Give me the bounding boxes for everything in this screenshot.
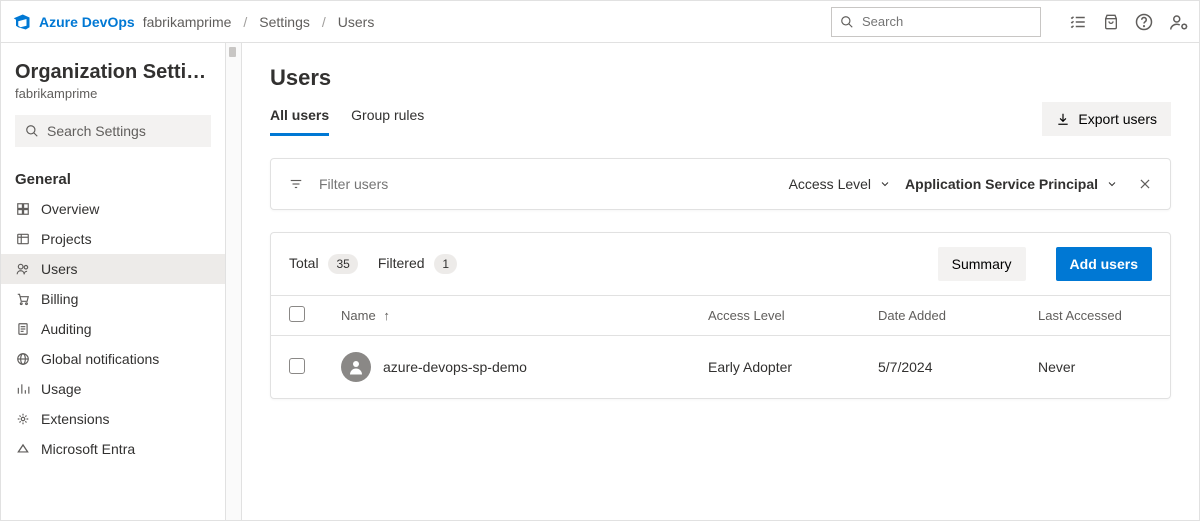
applied-filter-label: Application Service Principal xyxy=(905,176,1098,192)
avatar xyxy=(341,352,371,382)
filter-icon xyxy=(289,177,303,191)
notifications-icon xyxy=(15,352,31,366)
user-access-level: Early Adopter xyxy=(690,336,860,399)
sidebar-item-microsoft-entra[interactable]: Microsoft Entra xyxy=(1,434,225,464)
total-count-pill: 35 xyxy=(328,254,357,274)
sidebar-item-billing[interactable]: Billing xyxy=(1,284,225,314)
sidebar-title: Organization Settin… xyxy=(1,61,225,84)
top-bar: Azure DevOps fabrikamprime / Settings / … xyxy=(1,1,1199,43)
breadcrumb-org[interactable]: fabrikamprime xyxy=(143,14,232,30)
entra-icon xyxy=(15,442,31,456)
sidebar-item-label: Users xyxy=(41,261,78,277)
filtered-label: Filtered 1 xyxy=(378,254,457,274)
sidebar-item-label: Extensions xyxy=(41,411,109,427)
breadcrumb-settings[interactable]: Settings xyxy=(259,14,310,30)
top-icon-bar xyxy=(1069,13,1189,31)
sidebar-item-projects[interactable]: Projects xyxy=(1,224,225,254)
sidebar-item-global-notifications[interactable]: Global notifications xyxy=(1,344,225,374)
user-last-accessed: Never xyxy=(1020,336,1170,399)
tab-group-rules[interactable]: Group rules xyxy=(351,101,424,136)
azure-devops-logo-icon xyxy=(13,13,31,31)
add-users-button[interactable]: Add users xyxy=(1056,247,1152,281)
sidebar-item-label: Usage xyxy=(41,381,81,397)
search-icon xyxy=(840,15,854,29)
sidebar-item-users[interactable]: Users xyxy=(1,254,225,284)
billing-icon xyxy=(15,292,31,306)
user-date-added: 5/7/2024 xyxy=(860,336,1020,399)
breadcrumb-separator: / xyxy=(243,14,247,30)
user-name: azure-devops-sp-demo xyxy=(383,359,527,375)
export-users-button[interactable]: Export users xyxy=(1042,102,1171,136)
sidebar-item-label: Auditing xyxy=(41,321,92,337)
export-users-label: Export users xyxy=(1078,111,1157,127)
download-icon xyxy=(1056,112,1070,126)
overview-icon xyxy=(15,202,31,216)
select-all-checkbox[interactable] xyxy=(289,306,305,322)
row-checkbox[interactable] xyxy=(289,358,305,374)
extensions-icon xyxy=(15,412,31,426)
total-label: Total 35 xyxy=(289,254,358,274)
column-date-added[interactable]: Date Added xyxy=(860,296,1020,336)
users-icon xyxy=(15,262,31,276)
auditing-icon xyxy=(15,322,31,336)
tab-all-users[interactable]: All users xyxy=(270,101,329,136)
sidebar-item-label: Projects xyxy=(41,231,92,247)
chevron-down-icon xyxy=(879,178,891,190)
main-content: Users All users Group rules Export users… xyxy=(242,43,1199,520)
users-table-card: Total 35 Filtered 1 Summary Add users Na… xyxy=(270,232,1171,399)
sidebar: Organization Settin… fabrikamprime Searc… xyxy=(1,43,226,520)
sidebar-item-extensions[interactable]: Extensions xyxy=(1,404,225,434)
filtered-count-pill: 1 xyxy=(434,254,457,274)
applied-filter-dropdown[interactable]: Application Service Principal xyxy=(905,176,1118,192)
usage-icon xyxy=(15,382,31,396)
column-name[interactable]: Name ↑ xyxy=(323,296,690,336)
user-settings-icon[interactable] xyxy=(1169,13,1189,31)
sidebar-nav: Overview Projects Users Billing Auditing xyxy=(1,194,225,464)
column-last-accessed[interactable]: Last Accessed xyxy=(1020,296,1170,336)
clear-filter-icon[interactable] xyxy=(1138,177,1152,191)
access-level-dropdown[interactable]: Access Level xyxy=(789,176,891,192)
help-icon[interactable] xyxy=(1135,13,1153,31)
global-search[interactable] xyxy=(831,7,1041,37)
page-title: Users xyxy=(270,65,1171,91)
sidebar-item-usage[interactable]: Usage xyxy=(1,374,225,404)
sort-ascending-icon: ↑ xyxy=(383,308,390,323)
chevron-down-icon xyxy=(1106,178,1118,190)
sidebar-item-label: Billing xyxy=(41,291,78,307)
sidebar-subtitle: fabrikamprime xyxy=(1,84,225,115)
global-search-input[interactable] xyxy=(860,13,1040,30)
sidebar-item-overview[interactable]: Overview xyxy=(1,194,225,224)
sidebar-item-label: Global notifications xyxy=(41,351,159,367)
brand-link[interactable]: Azure DevOps xyxy=(39,14,135,30)
column-access-level[interactable]: Access Level xyxy=(690,296,860,336)
task-list-icon[interactable] xyxy=(1069,13,1087,31)
summary-button[interactable]: Summary xyxy=(938,247,1026,281)
sidebar-group-general: General xyxy=(1,161,225,194)
sidebar-item-auditing[interactable]: Auditing xyxy=(1,314,225,344)
search-icon xyxy=(25,124,39,138)
filter-bar: Access Level Application Service Princip… xyxy=(270,158,1171,210)
breadcrumb-users[interactable]: Users xyxy=(338,14,375,30)
breadcrumb-separator: / xyxy=(322,14,326,30)
users-table: Name ↑ Access Level Date Added Last Acce… xyxy=(271,295,1170,398)
marketplace-icon[interactable] xyxy=(1103,13,1119,31)
sidebar-search-placeholder: Search Settings xyxy=(47,123,146,139)
sidebar-search[interactable]: Search Settings xyxy=(15,115,211,147)
sidebar-item-label: Microsoft Entra xyxy=(41,441,135,457)
table-row[interactable]: azure-devops-sp-demo Early Adopter 5/7/2… xyxy=(271,336,1170,399)
filter-users-input[interactable] xyxy=(317,175,775,193)
projects-icon xyxy=(15,232,31,246)
access-level-label: Access Level xyxy=(789,176,871,192)
tabs: All users Group rules xyxy=(270,101,424,136)
sidebar-scrollbar[interactable] xyxy=(226,43,242,520)
sidebar-item-label: Overview xyxy=(41,201,99,217)
